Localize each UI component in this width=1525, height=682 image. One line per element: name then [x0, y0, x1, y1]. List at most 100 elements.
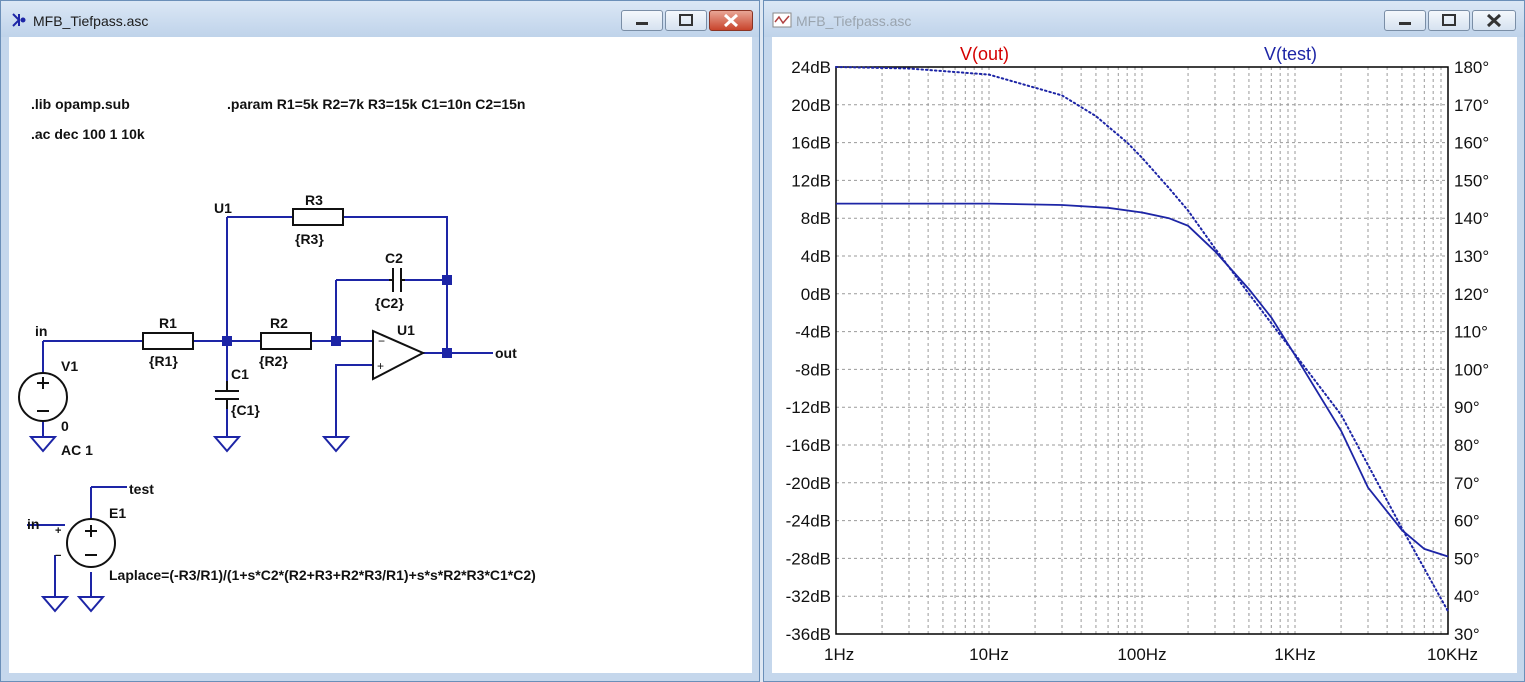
net-label-in: in [35, 323, 47, 339]
y-tick-label-left: 12dB [791, 171, 831, 190]
y-tick-label-right: 90° [1454, 398, 1480, 417]
ground-symbol-e1 [76, 596, 106, 613]
voltage-source-v1[interactable] [18, 372, 68, 422]
y-tick-label-right: 140° [1454, 209, 1489, 228]
junction-minus [331, 336, 341, 346]
y-tick-label-right: 40° [1454, 587, 1480, 606]
minimize-button[interactable] [621, 10, 663, 31]
waveform-viewer-icon [772, 12, 792, 28]
c2-value: {C2} [375, 295, 404, 311]
y-tick-label-left: -36dB [786, 625, 831, 644]
c2-name: C2 [385, 250, 403, 266]
junction-u1 [222, 336, 232, 346]
ground-symbol-v1 [28, 436, 58, 453]
plot-titlebar[interactable]: MFB_Tiefpass.asc [764, 1, 1524, 37]
y-tick-label-left: -16dB [786, 436, 831, 455]
u1-name: U1 [397, 322, 415, 338]
y-tick-label-left: 24dB [791, 58, 831, 77]
schematic-canvas[interactable]: .lib opamp.sub .param R1=5k R2=7k R3=15k… [9, 37, 752, 673]
voltage-source-e1[interactable] [66, 518, 116, 568]
e1-name: E1 [109, 505, 126, 521]
resistor-r3[interactable] [292, 208, 344, 226]
y-tick-label-right: 120° [1454, 285, 1489, 304]
r3-name: R3 [305, 192, 323, 208]
r1-value: {R1} [149, 353, 178, 369]
junction-out [442, 348, 452, 358]
y-tick-label-right: 170° [1454, 96, 1489, 115]
r2-value: {R2} [259, 353, 288, 369]
close-button[interactable] [1472, 10, 1516, 31]
maximize-icon [679, 14, 693, 26]
y-tick-label-left: -8dB [795, 360, 831, 379]
r1-name: R1 [159, 315, 177, 331]
y-tick-label-left: -32dB [786, 587, 831, 606]
ground-symbol-e1-minus [40, 596, 70, 613]
y-tick-label-left: 8dB [801, 209, 831, 228]
y-tick-label-right: 70° [1454, 474, 1480, 493]
y-tick-label-right: 80° [1454, 436, 1480, 455]
schematic-window-title: MFB_Tiefpass.asc [33, 13, 149, 29]
y-tick-label-left: 0dB [801, 285, 831, 304]
param-directive[interactable]: .param R1=5k R2=7k R3=15k C1=10n C2=15n [227, 96, 525, 112]
net-label-u1: U1 [214, 200, 232, 216]
x-tick-label: 10Hz [969, 645, 1009, 664]
close-icon [723, 13, 739, 28]
e1-minus-pin: − [55, 550, 61, 562]
maximize-button[interactable] [665, 10, 707, 31]
v1-value: AC 1 [61, 442, 93, 458]
schematic-titlebar[interactable]: MFB_Tiefpass.asc [1, 1, 759, 37]
trace-label-vout[interactable]: V(out) [960, 44, 1009, 64]
y-tick-label-left: 4dB [801, 247, 831, 266]
net-label-out: out [495, 345, 517, 361]
minimize-button[interactable] [1384, 10, 1426, 31]
close-button[interactable] [709, 10, 753, 31]
ground-symbol-opamp [321, 436, 351, 453]
e1-value: Laplace=(-R3/R1)/(1+s*C2*(R2+R3+R2*R3/R1… [109, 567, 536, 583]
lib-directive[interactable]: .lib opamp.sub [31, 96, 130, 112]
x-tick-label: 10KHz [1427, 645, 1478, 664]
y-tick-label-left: -20dB [786, 474, 831, 493]
plot-grid [836, 67, 1448, 634]
schematic-window: MFB_Tiefpass.asc .lib opamp.sub .param R… [0, 0, 760, 682]
opamp-plus-sign: + [377, 359, 384, 373]
capacitor-c2[interactable] [389, 268, 405, 292]
trace-label-vtest[interactable]: V(test) [1264, 44, 1317, 64]
c1-name: C1 [231, 366, 249, 382]
y-tick-label-left: 20dB [791, 96, 831, 115]
close-icon [1486, 13, 1502, 28]
y-tick-label-right: 60° [1454, 512, 1480, 531]
ac-directive[interactable]: .ac dec 100 1 10k [31, 126, 145, 142]
minimize-icon [636, 22, 648, 25]
r3-value: {R3} [295, 231, 324, 247]
junction-c2 [442, 275, 452, 285]
y-tick-label-left: -24dB [786, 512, 831, 531]
y-tick-label-left: -4dB [795, 323, 831, 342]
x-tick-label: 1Hz [824, 645, 854, 664]
y-tick-label-right: 160° [1454, 134, 1489, 153]
bode-plot[interactable]: 24dB 20dB 16dB 12dB 8dB 4dB 0dB -4dB -8dB -12dB -1… [772, 37, 1517, 673]
y-tick-label-right: 180° [1454, 58, 1489, 77]
opamp-u1[interactable]: − + [372, 329, 426, 381]
y-tick-label-right: 110° [1454, 323, 1488, 342]
ltspice-schematic-icon [12, 13, 26, 27]
y-tick-label-right: 100° [1454, 360, 1489, 379]
resistor-r1[interactable] [142, 332, 194, 350]
e1-plus-pin: + [55, 525, 61, 537]
x-tick-label: 1KHz [1274, 645, 1316, 664]
maximize-icon [1442, 14, 1456, 26]
plot-area[interactable]: 24dB 20dB 16dB 12dB 8dB 4dB 0dB -4dB -8dB -12dB -1… [772, 37, 1517, 673]
minimize-icon [1399, 22, 1411, 25]
y-tick-label-left: -12dB [786, 398, 831, 417]
c1-value: {C1} [231, 402, 260, 418]
maximize-button[interactable] [1428, 10, 1470, 31]
resistor-r2[interactable] [260, 332, 312, 350]
schematic-drawing: .lib opamp.sub .param R1=5k R2=7k R3=15k… [18, 96, 536, 613]
net-label-ground: 0 [61, 418, 69, 434]
r2-name: R2 [270, 315, 288, 331]
y-tick-label-left: 16dB [791, 134, 831, 153]
y-tick-label-left: -28dB [786, 549, 831, 568]
x-tick-label: 100Hz [1117, 645, 1166, 664]
tick-labels: 24dB 20dB 16dB 12dB 8dB 4dB 0dB -4dB -8dB -12dB -1… [786, 58, 1490, 664]
y-tick-label-right: 150° [1454, 171, 1489, 190]
plot-window-title: MFB_Tiefpass.asc [796, 13, 912, 29]
